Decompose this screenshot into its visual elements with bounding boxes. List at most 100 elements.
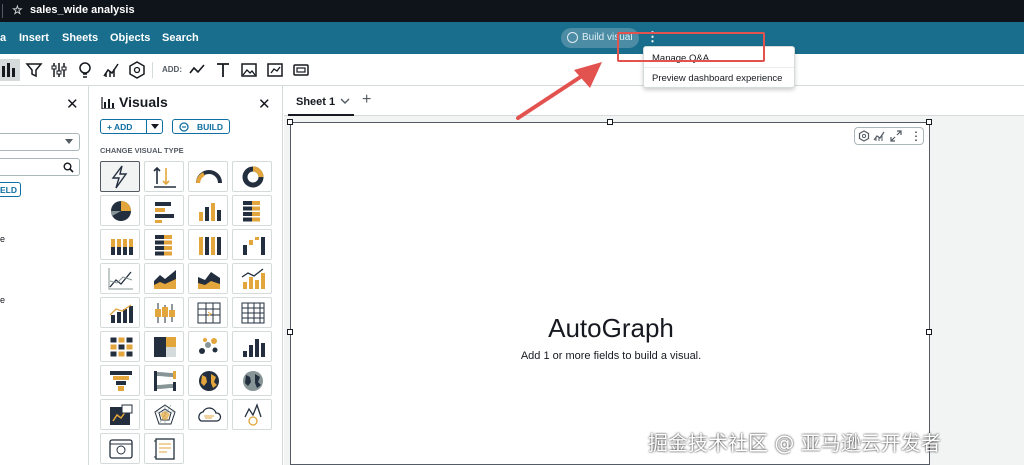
visual-type-waterfall[interactable] xyxy=(232,229,272,260)
add-visual-icon[interactable] xyxy=(188,61,206,79)
visual-type-box-plot[interactable] xyxy=(144,297,184,328)
line-icon xyxy=(108,268,133,290)
sankey-icon xyxy=(154,371,176,391)
visual-type-scatter[interactable] xyxy=(188,331,228,362)
visual-menu-icon[interactable]: ⋮ xyxy=(910,129,922,143)
visual-type-bar-line-combo[interactable] xyxy=(100,297,140,328)
dataset-select[interactable] xyxy=(0,133,80,151)
visual-type-table[interactable] xyxy=(188,297,228,328)
visual-type-line[interactable] xyxy=(100,263,140,294)
add-field-button[interactable]: ELD xyxy=(0,182,21,197)
visual-type-sankey[interactable] xyxy=(144,365,184,396)
menu-item-partial[interactable]: a xyxy=(0,32,6,44)
autograph-toolbar-icon[interactable] xyxy=(128,61,146,79)
visual-type-pie[interactable] xyxy=(100,195,140,226)
text-box-icon xyxy=(109,439,133,459)
pie-icon xyxy=(110,201,131,221)
add-visual-button[interactable]: + ADD xyxy=(100,119,163,134)
insights-icon[interactable] xyxy=(76,61,94,79)
pivot-table-icon xyxy=(241,302,265,324)
horizontal-stacked-bar-icon xyxy=(243,201,260,222)
field-partial-text: e xyxy=(0,234,6,244)
visual-type-filled-map[interactable] xyxy=(188,365,228,396)
gauge-icon xyxy=(196,170,222,184)
histogram-icon xyxy=(243,339,265,357)
filter-icon[interactable] xyxy=(25,61,43,79)
visual-type-combo[interactable] xyxy=(232,263,272,294)
add-insight-icon[interactable] xyxy=(266,61,284,79)
analysis-title: sales_wide analysis xyxy=(30,4,135,16)
visual-type-donut[interactable] xyxy=(232,161,272,192)
visual-type-radar[interactable] xyxy=(144,399,184,430)
canvas-right-gutter xyxy=(941,116,1024,465)
parameters-icon[interactable] xyxy=(50,61,68,79)
visual-type-horizontal-bar[interactable] xyxy=(144,195,184,226)
change-visual-type-label: CHANGE VISUAL TYPE xyxy=(100,146,184,155)
visual-type-tree-map[interactable] xyxy=(144,331,184,362)
visuals-panel-close-icon[interactable]: ✕ xyxy=(258,95,271,113)
visual-type-vertical-100-bar[interactable] xyxy=(188,229,228,260)
menu-insert[interactable]: Insert xyxy=(19,32,49,44)
visual-type-custom-visual[interactable] xyxy=(232,399,272,430)
visual-type-text-box[interactable] xyxy=(100,433,140,464)
menu-objects[interactable]: Objects xyxy=(110,32,150,44)
build-button[interactable]: BUILD xyxy=(172,119,230,134)
autograph-icon[interactable] xyxy=(858,130,870,142)
data-panel-close-icon[interactable]: ✕ xyxy=(66,95,79,113)
field-search-input[interactable] xyxy=(0,158,80,176)
visual-type-kpi[interactable] xyxy=(144,161,184,192)
annotation-highlight-box xyxy=(617,32,765,62)
chevron-down-icon[interactable] xyxy=(151,124,159,129)
visual-type-autograph[interactable] xyxy=(100,161,140,192)
visual-type-insight[interactable] xyxy=(100,399,140,430)
resize-handle[interactable] xyxy=(926,329,932,335)
menu-bar: a Insert Sheets Objects Search Build vis… xyxy=(0,22,1024,54)
visual-type-vertical-bar[interactable] xyxy=(188,195,228,226)
visual-type-horizontal-stacked-bar[interactable] xyxy=(232,195,272,226)
visual-type-histogram[interactable] xyxy=(232,331,272,362)
visual-type-point-map[interactable] xyxy=(232,365,272,396)
combo-icon xyxy=(241,268,265,289)
visuals-pane-icon[interactable] xyxy=(0,59,20,81)
resize-handle[interactable] xyxy=(287,329,293,335)
annotation-arrow xyxy=(516,62,602,120)
visual-type-pivot-table[interactable] xyxy=(232,297,272,328)
vertical-100-bar-icon xyxy=(199,237,221,255)
expand-icon[interactable] xyxy=(890,130,902,142)
preview-dashboard-menu-item[interactable]: Preview dashboard experience xyxy=(652,73,782,84)
bar-line-combo-icon xyxy=(109,304,133,323)
resize-handle[interactable] xyxy=(926,119,932,125)
add-embed-icon[interactable] xyxy=(292,61,310,79)
autograph-visual[interactable]: AutoGraph Add 1 or more fields to build … xyxy=(290,122,930,465)
menu-sheets[interactable]: Sheets xyxy=(62,32,98,44)
menu-search[interactable]: Search xyxy=(162,32,199,44)
visual-type-gauge[interactable] xyxy=(188,161,228,192)
sheet-tab-label: Sheet 1 xyxy=(296,96,336,108)
forecast-icon[interactable] xyxy=(102,61,120,79)
visual-controls: ⋮ xyxy=(854,127,924,145)
visual-type-stacked-area[interactable] xyxy=(188,263,228,294)
add-text-icon[interactable] xyxy=(214,61,232,79)
tab-sheet-1[interactable]: Sheet 1 xyxy=(288,86,354,116)
visual-type-horizontal-100-bar[interactable] xyxy=(144,229,184,260)
autograph-title: AutoGraph xyxy=(548,313,674,343)
visual-type-heat-map[interactable] xyxy=(100,331,140,362)
vertical-bar-icon xyxy=(199,203,221,221)
visual-type-word-cloud[interactable] xyxy=(188,399,228,430)
add-image-icon[interactable] xyxy=(240,61,258,79)
forecast-icon[interactable] xyxy=(873,130,885,142)
visual-type-vertical-stacked-bar[interactable] xyxy=(100,229,140,260)
add-sheet-icon[interactable]: + xyxy=(362,91,371,109)
title-separator xyxy=(2,4,3,18)
visual-type-area[interactable] xyxy=(144,263,184,294)
box-plot-icon xyxy=(155,303,175,323)
insight-narrative-icon xyxy=(154,438,175,460)
visual-type-insight-narrative[interactable] xyxy=(144,433,184,464)
vertical-stacked-bar-icon xyxy=(111,239,133,255)
star-icon[interactable]: ☆ xyxy=(12,3,23,17)
chevron-down-icon[interactable] xyxy=(340,98,350,105)
visual-type-funnel[interactable] xyxy=(100,365,140,396)
resize-handle[interactable] xyxy=(287,119,293,125)
heat-map-icon xyxy=(109,336,134,358)
donut-icon xyxy=(242,166,264,188)
